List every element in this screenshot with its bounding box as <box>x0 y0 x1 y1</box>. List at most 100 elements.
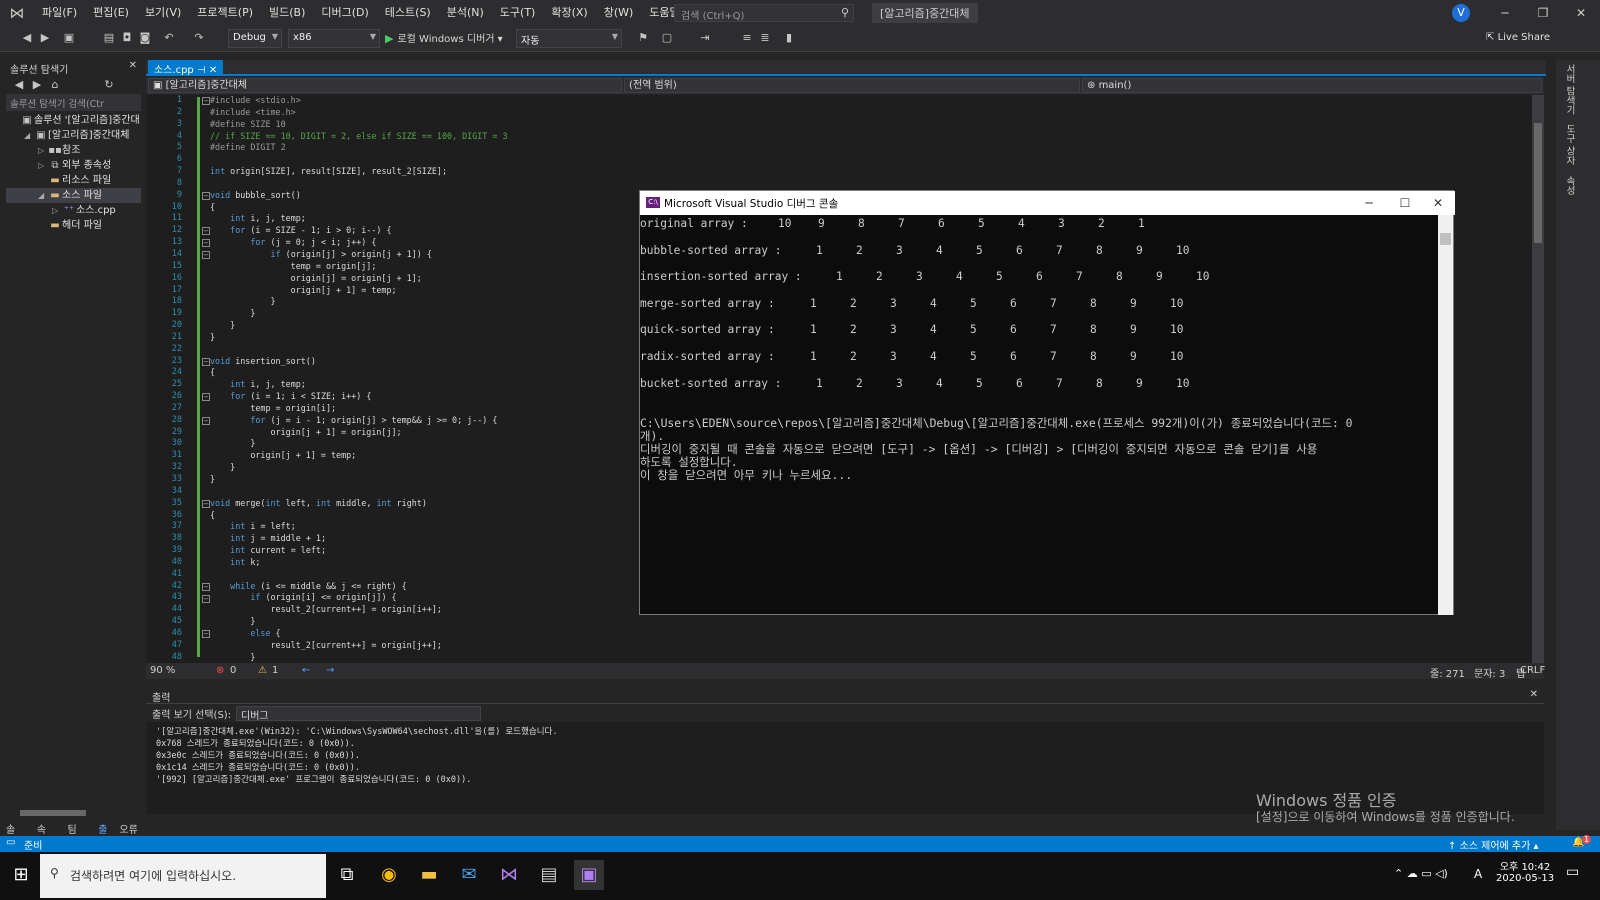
screenshot-icon[interactable]: ▢ <box>660 31 674 45</box>
mail-icon[interactable]: ✉ <box>454 860 484 890</box>
menu-item[interactable]: 테스트(S) <box>377 0 439 26</box>
tool-tab[interactable]: 출력 <box>92 820 113 851</box>
warning-icon[interactable]: ⚠ <box>258 665 267 676</box>
member-dropdown[interactable]: ⊛ main() <box>1082 78 1542 93</box>
run-mode-dropdown[interactable]: 자동 ▼ <box>516 29 622 48</box>
fold-toggle-icon[interactable]: − <box>202 594 210 603</box>
code-line[interactable]: // if SIZE == 10, DIGIT = 2, else if SIZ… <box>210 131 910 143</box>
menu-item[interactable]: 디버그(D) <box>313 0 376 26</box>
expander-icon[interactable]: ◢ <box>38 188 48 203</box>
new-project-icon[interactable]: ▣ <box>62 31 76 45</box>
indent-icon[interactable]: ⇥ <box>698 31 712 45</box>
tab-source-cpp[interactable]: 소스.cpp ⊣ ✕ <box>148 60 224 76</box>
expander-icon[interactable]: ◢ <box>24 128 34 143</box>
close-icon[interactable]: ✕ <box>1530 689 1538 700</box>
tree-item[interactable]: ▷ ⧉ 외부 종속성 <box>6 158 141 173</box>
close-icon[interactable]: ✕ <box>209 65 217 76</box>
code-line[interactable]: else { <box>210 628 910 640</box>
source-control-button[interactable]: ↑ 소스 제어에 추가 ▴ <box>1448 837 1539 852</box>
fold-toggle-icon[interactable]: − <box>202 191 210 200</box>
debug-console-window[interactable]: C:\ Microsoft Visual Studio 디버그 콘솔 ─ ☐ ✕… <box>639 190 1456 615</box>
minimize-button[interactable]: ─ <box>1351 191 1387 215</box>
fold-toggle-icon[interactable]: − <box>202 251 210 260</box>
toolbox-tab[interactable]: 도구 상자 <box>1562 124 1576 165</box>
server-explorer-tab[interactable]: 서버 탐색기 <box>1562 64 1576 115</box>
home-icon[interactable]: ⌂ <box>48 78 62 92</box>
tree-item[interactable]: ▷ ▪▪참조 <box>6 143 141 158</box>
back-icon[interactable]: ◀ <box>20 31 34 45</box>
action-center-icon[interactable]: ▭ <box>1566 864 1579 880</box>
tree-item[interactable]: ◢ ▣ [알고리즘]중간대체 <box>6 128 141 143</box>
code-line[interactable] <box>210 178 910 190</box>
error-icon[interactable]: ⊗ <box>216 665 224 676</box>
menu-item[interactable]: 빌드(B) <box>261 0 313 26</box>
open-file-icon[interactable]: ▤ <box>102 31 116 45</box>
save-icon[interactable]: ◘ <box>120 31 134 45</box>
tree-item[interactable]: ▷ ⁺⁺ 소스.cpp <box>6 203 141 218</box>
start-debug-button[interactable]: ▶ 로컬 Windows 디버거 ▾ <box>385 30 503 45</box>
code-line[interactable] <box>210 154 910 166</box>
console-scroll-thumb[interactable] <box>1440 233 1451 245</box>
back-icon[interactable]: ◀ <box>12 78 26 92</box>
code-line[interactable]: } <box>210 616 910 628</box>
menu-item[interactable]: 보기(V) <box>137 0 189 26</box>
fold-toggle-icon[interactable]: − <box>202 416 210 425</box>
close-icon[interactable]: ✕ <box>129 60 137 71</box>
bookmark-icon[interactable]: ▮ <box>782 31 796 45</box>
clock[interactable]: 오후 10:42 2020-05-13 <box>1496 858 1554 884</box>
hscroll-thumb[interactable] <box>20 810 86 816</box>
code-line[interactable]: result_2[current++] = origin[j++]; <box>210 640 910 652</box>
tool-tab[interactable]: 오류 목록 <box>113 820 145 851</box>
tool-tab[interactable]: 솔루... <box>0 820 31 851</box>
visual-studio-icon[interactable]: ⋈ <box>494 860 524 890</box>
hot-reload-icon[interactable]: ⚑ <box>636 31 650 45</box>
comment-icon[interactable]: ≡ <box>740 31 754 45</box>
solution-hscroll[interactable] <box>6 806 141 820</box>
pin-icon[interactable]: ⊣ <box>197 65 206 76</box>
eol-mode[interactable]: CRLF <box>1520 665 1545 676</box>
editor-vscroll[interactable] <box>1532 95 1544 663</box>
expander-icon[interactable]: ▷ <box>52 203 62 218</box>
ime-indicator[interactable]: A <box>1474 867 1482 881</box>
fold-toggle-icon[interactable]: − <box>202 97 210 105</box>
tree-item[interactable]: ▬ 헤더 파일 <box>6 218 141 233</box>
code-line[interactable]: int origin[SIZE], result[SIZE], result_2… <box>210 166 910 178</box>
fold-toggle-icon[interactable]: − <box>202 630 210 639</box>
close-button[interactable]: ✕ <box>1420 191 1456 215</box>
project-dropdown[interactable]: ▣ [알고리즘]중간대체 <box>148 78 622 93</box>
code-line[interactable]: #include <stdio.h> <box>210 95 910 107</box>
code-line[interactable]: } <box>210 652 910 663</box>
menu-item[interactable]: 도구(T) <box>492 0 544 26</box>
save-all-icon[interactable]: ◙ <box>138 31 152 45</box>
tree-item[interactable]: ◢ ▬ 소스 파일 <box>6 188 141 203</box>
tree-item[interactable]: ▬ 리소스 파일 <box>6 173 141 188</box>
expander-icon[interactable]: ▷ <box>38 158 48 173</box>
console-output[interactable]: original array :10 9 8 7 6 5 4 3 2 1 bubble-sorted… <box>640 215 1437 615</box>
tray-icons[interactable]: ⌃ ☁ ▭ ◁) <box>1394 867 1448 880</box>
code-line[interactable]: #define DIGIT 2 <box>210 142 910 154</box>
fold-toggle-icon[interactable]: − <box>202 239 210 248</box>
task-view-icon[interactable]: ⧉ <box>332 860 362 890</box>
windows-start-icon[interactable]: ⊞ <box>6 860 36 890</box>
menu-item[interactable]: 편집(E) <box>85 0 137 26</box>
menu-item[interactable]: 확장(X) <box>543 0 595 26</box>
code-line[interactable]: #define SIZE 10 <box>210 119 910 131</box>
zoom-level[interactable]: 90 % <box>150 665 175 676</box>
code-line[interactable]: #include <time.h> <box>210 107 910 119</box>
visual-studio-logo-icon[interactable]: ⋈ <box>0 0 34 26</box>
arrow-left-icon[interactable]: ← <box>302 665 310 676</box>
forward-icon[interactable]: ▶ <box>30 78 44 92</box>
properties-tab[interactable]: 속성 <box>1562 176 1576 195</box>
close-button[interactable]: ✕ <box>1562 0 1600 26</box>
fold-toggle-icon[interactable]: − <box>202 393 210 402</box>
uncomment-icon[interactable]: ≣ <box>758 31 772 45</box>
expander-icon[interactable]: ▷ <box>38 143 48 158</box>
console-vscroll[interactable] <box>1438 215 1453 615</box>
fold-toggle-icon[interactable]: − <box>202 357 210 366</box>
vscroll-thumb[interactable] <box>1534 123 1542 243</box>
output-source-dropdown[interactable]: 디버그 <box>236 706 481 722</box>
menu-item[interactable]: 프로젝트(P) <box>189 0 261 26</box>
avatar[interactable]: V <box>1452 4 1470 22</box>
undo-icon[interactable]: ↶ <box>162 31 176 45</box>
debug-console-icon[interactable]: ▣ <box>574 860 604 890</box>
